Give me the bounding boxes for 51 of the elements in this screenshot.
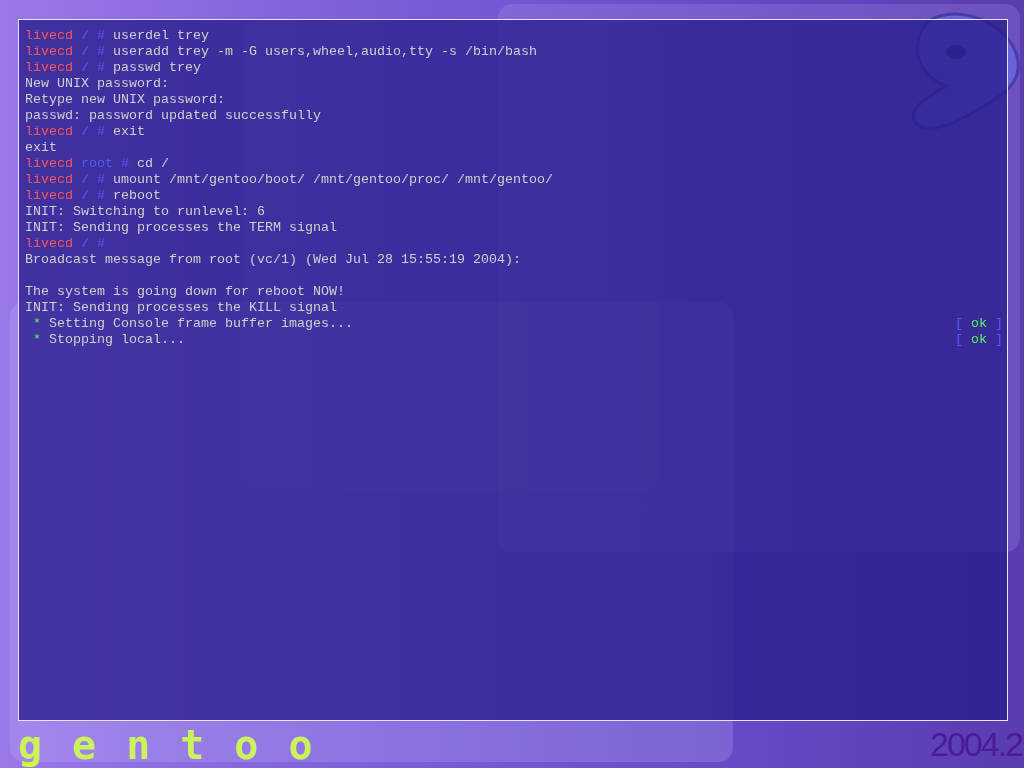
prompt-sign: # [97, 28, 105, 44]
prompt-host: livecd [25, 188, 73, 204]
output-text: Retype new UNIX password: [25, 92, 225, 108]
command-text: useradd trey -m -G users,wheel,audio,tty -s /bin/bash [113, 44, 537, 60]
command-text: passwd trey [113, 60, 201, 76]
output-text: New UNIX password: [25, 76, 169, 92]
command-text: reboot [113, 188, 161, 204]
prompt-path: / [81, 124, 89, 140]
prompt-path: root [81, 156, 113, 172]
prompt-sign: # [97, 236, 105, 252]
prompt-path: / [81, 60, 89, 76]
prompt-sign: # [97, 172, 105, 188]
prompt-path: / [81, 236, 89, 252]
prompt-host: livecd [25, 28, 73, 44]
prompt-path: / [81, 172, 89, 188]
prompt-sign: # [97, 44, 105, 60]
output-text: The system is going down for reboot NOW! [25, 284, 345, 300]
prompt-sign: # [121, 156, 129, 172]
prompt-host: livecd [25, 156, 73, 172]
output-text: exit [25, 140, 57, 156]
status-bracket: [ [955, 316, 963, 332]
prompt-host: livecd [25, 44, 73, 60]
status-text: ok [971, 332, 987, 348]
prompt-host: livecd [25, 172, 73, 188]
output-text: INIT: Switching to runlevel: 6 [25, 204, 265, 220]
status-text: ok [971, 316, 987, 332]
bullet-mark: * [33, 332, 41, 348]
logo-text: gentoo [18, 724, 343, 765]
prompt-path: / [81, 188, 89, 204]
bullet-mark: * [33, 316, 41, 332]
status-bracket: [ [955, 332, 963, 348]
prompt-path: / [81, 44, 89, 60]
command-text: umount /mnt/gentoo/boot/ /mnt/gentoo/proc/ /mnt/gentoo/ [113, 172, 553, 188]
service-text: Stopping local... [49, 332, 185, 348]
prompt-host: livecd [25, 236, 73, 252]
output-text: INIT: Sending processes the KILL signal [25, 300, 337, 316]
command-text: exit [113, 124, 145, 140]
service-text: Setting Console frame buffer images... [49, 316, 353, 332]
output-text: passwd: password updated successfully [25, 108, 321, 124]
prompt-sign: # [97, 60, 105, 76]
command-text: cd / [137, 156, 169, 172]
status-bracket: ] [995, 332, 1003, 348]
command-text: userdel trey [113, 28, 209, 44]
prompt-path: / [81, 28, 89, 44]
output-text: INIT: Sending processes the TERM signal [25, 220, 337, 236]
output-text: Broadcast message from root (vc/1) (Wed Jul 28 15:55:19 2004): [25, 252, 521, 268]
prompt-host: livecd [25, 124, 73, 140]
prompt-sign: # [97, 188, 105, 204]
prompt-sign: # [97, 124, 105, 140]
status-bracket: ] [995, 316, 1003, 332]
prompt-host: livecd [25, 60, 73, 76]
